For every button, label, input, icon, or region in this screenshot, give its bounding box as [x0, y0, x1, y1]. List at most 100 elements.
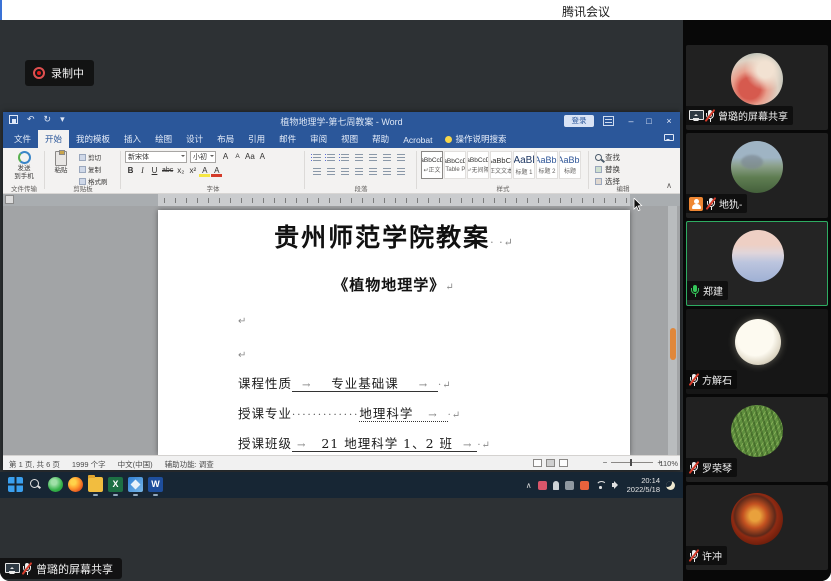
word-icon[interactable]: W	[148, 477, 163, 496]
horizontal-ruler[interactable]	[3, 194, 680, 206]
tab-insert[interactable]: 插入	[117, 130, 148, 148]
underline-button[interactable]: U	[149, 165, 160, 177]
tab-my-templates[interactable]: 我的模板	[69, 130, 117, 148]
zoom-slider-thumb[interactable]	[630, 459, 633, 466]
style-body-text[interactable]: AaBbCc正文文本	[490, 151, 512, 179]
recording-indicator[interactable]: 录制中	[25, 60, 94, 86]
send-to-phone-button[interactable]: 发送 到手机	[5, 148, 43, 181]
read-mode-icon[interactable]	[533, 459, 542, 467]
wifi-icon[interactable]	[595, 481, 606, 489]
tab-references[interactable]: 引用	[241, 130, 272, 148]
cut-button[interactable]: 剪切	[79, 152, 108, 162]
taskbar-search-icon[interactable]	[28, 477, 43, 492]
tab-layout[interactable]: 布局	[210, 130, 241, 148]
bold-button[interactable]: B	[125, 165, 136, 177]
participant-tile[interactable]: 罗荣琴	[686, 397, 828, 482]
style-table-p[interactable]: AaBbCcDd↵Table P...	[444, 151, 466, 179]
tab-mailings[interactable]: 邮件	[272, 130, 303, 148]
start-button[interactable]	[8, 477, 23, 492]
tab-acrobat[interactable]: Acrobat	[396, 132, 439, 148]
participant-tile[interactable]: 许冲	[686, 485, 828, 570]
style-normal[interactable]: AaBbCcDd↵正文	[421, 151, 443, 179]
taskbar-clock[interactable]: 20:14 2022/5/18	[627, 476, 660, 494]
find-button[interactable]: 查找	[595, 151, 620, 163]
close-button[interactable]: ×	[660, 112, 678, 131]
highlight-color-button[interactable]: A	[199, 165, 211, 177]
style-heading[interactable]: AaBb(标题	[559, 151, 581, 179]
tab-draw[interactable]: 绘图	[148, 130, 179, 148]
bullets-icon[interactable]	[311, 151, 323, 163]
multilevel-list-icon[interactable]	[339, 151, 351, 163]
comments-icon[interactable]	[664, 134, 674, 141]
align-center-icon[interactable]	[325, 165, 337, 177]
firefox-icon[interactable]	[68, 477, 83, 492]
tab-file[interactable]: 文件	[7, 130, 38, 148]
paste-button[interactable]: 粘贴	[47, 148, 75, 174]
change-case-button[interactable]: Aa	[244, 151, 256, 163]
participant-tile-screen-share[interactable]: 曾璐的屏幕共享	[686, 45, 828, 130]
superscript-button[interactable]: x²	[187, 165, 198, 177]
font-color-button[interactable]: A	[211, 165, 223, 177]
tab-design[interactable]: 设计	[179, 130, 210, 148]
night-mode-icon[interactable]	[666, 480, 675, 490]
language-indicator[interactable]: 中文(中国)	[118, 459, 153, 470]
tab-stop-selector[interactable]	[5, 195, 14, 204]
taskbar-app-blue-icon[interactable]	[128, 477, 143, 496]
vertical-scrollbar[interactable]	[668, 206, 677, 455]
document-page[interactable]: 贵州师范学院教案· ·↵ 《植物地理学》↵ ↵ ↵ 课程性质 → 专业基础课 →…	[158, 210, 630, 455]
tab-review[interactable]: 审阅	[303, 130, 334, 148]
participant-tile[interactable]: 方解石	[686, 309, 828, 394]
taskbar-app-green-icon[interactable]	[48, 477, 63, 492]
shading-icon[interactable]	[381, 165, 393, 177]
style-heading-2[interactable]: AaBb(标题 2	[536, 151, 558, 179]
justify-icon[interactable]	[353, 165, 365, 177]
tray-chevron-icon[interactable]: ∧	[526, 481, 532, 490]
zoom-level[interactable]: 110%	[659, 459, 678, 468]
web-layout-icon[interactable]	[559, 459, 568, 467]
tray-security-icon[interactable]	[579, 480, 589, 490]
font-size-combo[interactable]: 小初	[190, 151, 216, 163]
copy-button[interactable]: 复制	[79, 164, 108, 174]
font-name-combo[interactable]: 新宋体	[125, 151, 187, 163]
style-heading-1[interactable]: AaBl 标题 1	[513, 151, 535, 179]
tab-view[interactable]: 视图	[334, 130, 365, 148]
shrink-font-button[interactable]: A	[232, 151, 243, 163]
signin-button[interactable]: 登录	[564, 115, 594, 127]
align-right-icon[interactable]	[339, 165, 351, 177]
style-no-spacing[interactable]: AaBbCcDd↵无间隔	[467, 151, 489, 179]
tell-me-search[interactable]: 操作说明搜索	[439, 130, 512, 148]
italic-button[interactable]: I	[137, 165, 148, 177]
align-left-icon[interactable]	[311, 165, 323, 177]
volume-icon[interactable]	[611, 481, 621, 490]
numbering-icon[interactable]	[325, 151, 337, 163]
strikethrough-button[interactable]: abc	[161, 165, 174, 177]
word-count[interactable]: 1999 个字	[72, 459, 106, 470]
scrollbar-thumb[interactable]	[669, 328, 676, 360]
tray-device-icon[interactable]	[564, 480, 574, 490]
show-marks-icon[interactable]	[395, 151, 407, 163]
print-layout-icon[interactable]	[546, 459, 555, 467]
participant-tile-active-speaker[interactable]: 郑建	[686, 221, 828, 306]
grow-font-button[interactable]: A	[220, 151, 231, 163]
excel-icon[interactable]: X	[108, 477, 123, 496]
accessibility-indicator[interactable]: 辅助功能: 调查	[165, 459, 214, 470]
decrease-indent-icon[interactable]	[353, 151, 365, 163]
borders-icon[interactable]	[395, 165, 407, 177]
sort-icon[interactable]	[381, 151, 393, 163]
zoom-slider[interactable]	[611, 459, 654, 466]
line-spacing-icon[interactable]	[367, 165, 379, 177]
increase-indent-icon[interactable]	[367, 151, 379, 163]
ribbon-display-options-icon[interactable]	[603, 116, 614, 126]
restore-button[interactable]: □	[640, 112, 658, 131]
tab-home[interactable]: 开始	[38, 130, 70, 148]
replace-button[interactable]: 替换	[595, 163, 620, 175]
tab-help[interactable]: 帮助	[365, 130, 396, 148]
zoom-out-button[interactable]: −	[603, 458, 608, 467]
file-explorer-icon[interactable]	[88, 475, 103, 496]
collapse-ribbon-icon[interactable]: ∧	[666, 181, 672, 190]
tray-app-icon[interactable]	[537, 480, 547, 490]
participant-tile[interactable]: 地犰-	[686, 133, 828, 218]
subscript-button[interactable]: x₂	[175, 165, 186, 177]
minimize-button[interactable]: –	[622, 112, 640, 131]
document-canvas[interactable]: 贵州师范学院教案· ·↵ 《植物地理学》↵ ↵ ↵ 课程性质 → 专业基础课 →…	[3, 206, 680, 455]
